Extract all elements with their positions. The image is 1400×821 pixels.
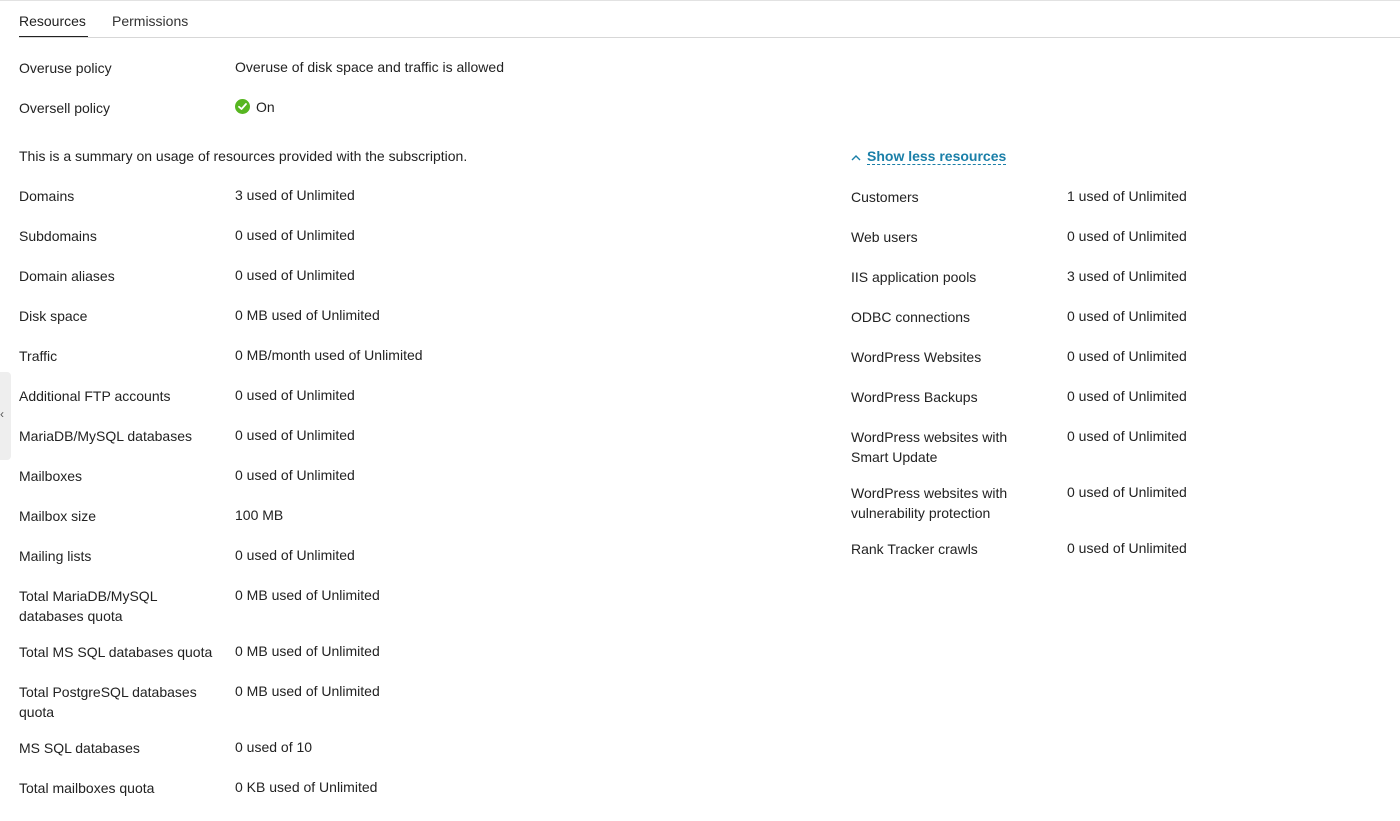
resource-label: WordPress Backups bbox=[851, 389, 978, 405]
resource-label: IIS application pools bbox=[851, 269, 977, 285]
resource-label: Traffic bbox=[19, 348, 58, 364]
resource-label: MariaDB/MySQL databases bbox=[19, 428, 192, 444]
resource-label: Customers bbox=[851, 189, 919, 205]
resource-value: 100 MB bbox=[235, 507, 284, 523]
resource-value: 0 used of Unlimited bbox=[235, 387, 355, 403]
resource-label: MS SQL databases bbox=[19, 740, 140, 756]
resource-label: Domain aliases bbox=[19, 268, 115, 284]
resource-label-line2: vulnerability protection bbox=[851, 505, 991, 521]
chevron-left-icon: ‹ bbox=[0, 407, 4, 421]
resource-value: 0 MB used of Unlimited bbox=[235, 643, 380, 659]
resource-label: Disk space bbox=[19, 308, 88, 324]
sidebar-collapse-handle[interactable]: ‹ bbox=[0, 372, 11, 460]
resource-value: 0 used of Unlimited bbox=[1067, 348, 1187, 364]
resource-label: Mailboxes bbox=[19, 468, 83, 484]
resource-value: 0 MB/month used of Unlimited bbox=[235, 347, 423, 363]
tab-permissions[interactable]: Permissions bbox=[112, 13, 188, 29]
resource-value: 0 used of Unlimited bbox=[1067, 484, 1187, 500]
resource-value: 0 used of Unlimited bbox=[235, 547, 355, 563]
tab-bar-divider bbox=[19, 37, 1400, 38]
resource-label: Total MS SQL databases quota bbox=[19, 644, 213, 660]
oversell-policy-label: Oversell policy bbox=[19, 100, 111, 116]
resource-value: 0 MB used of Unlimited bbox=[235, 307, 380, 323]
resource-value: 0 MB used of Unlimited bbox=[235, 587, 380, 603]
oversell-status-text: On bbox=[256, 99, 275, 115]
resource-label-line1: Total PostgreSQL databases bbox=[19, 684, 197, 700]
resource-value: 0 MB used of Unlimited bbox=[235, 683, 380, 699]
resource-value: 0 used of Unlimited bbox=[235, 227, 355, 243]
check-circle-icon bbox=[235, 99, 250, 114]
resource-value: 0 used of Unlimited bbox=[235, 467, 355, 483]
tab-resources[interactable]: Resources bbox=[19, 13, 86, 29]
resource-value: 0 KB used of Unlimited bbox=[235, 779, 378, 795]
resource-value: 0 used of Unlimited bbox=[1067, 388, 1187, 404]
overuse-policy-value: Overuse of disk space and traffic is all… bbox=[235, 59, 504, 75]
chevron-up-icon bbox=[851, 148, 861, 168]
resource-label: Total mailboxes quota bbox=[19, 780, 155, 796]
resource-label-line1: WordPress websites with bbox=[851, 485, 1008, 501]
resource-value: 0 used of Unlimited bbox=[1067, 540, 1187, 556]
resource-value: 1 used of Unlimited bbox=[1067, 188, 1187, 204]
resource-label: Web users bbox=[851, 229, 918, 245]
resource-label: Additional FTP accounts bbox=[19, 388, 171, 404]
resource-value: 0 used of Unlimited bbox=[1067, 308, 1187, 324]
resource-label-line1: Total MariaDB/MySQL bbox=[19, 588, 158, 604]
resource-label: ODBC connections bbox=[851, 309, 971, 325]
resource-value: 0 used of Unlimited bbox=[1067, 228, 1187, 244]
resource-value: 3 used of Unlimited bbox=[1067, 268, 1187, 284]
resource-value: 0 used of Unlimited bbox=[235, 267, 355, 283]
resource-label-line2: quota bbox=[19, 704, 55, 720]
tab-bar: Resources Permissions bbox=[0, 1, 1400, 38]
resource-value: 3 used of Unlimited bbox=[235, 187, 355, 203]
resource-label: Subdomains bbox=[19, 228, 97, 244]
show-less-resources-label: Show less resources bbox=[867, 148, 1007, 165]
resource-label: Mailing lists bbox=[19, 548, 92, 564]
resource-label-line1: WordPress websites with bbox=[851, 429, 1008, 445]
resource-label: Rank Tracker crawls bbox=[851, 541, 978, 557]
resource-value: 0 used of Unlimited bbox=[1067, 428, 1187, 444]
resource-label-line2: Smart Update bbox=[851, 449, 938, 465]
resource-label: Domains bbox=[19, 188, 75, 204]
oversell-policy-value: On bbox=[235, 97, 275, 117]
overuse-policy-label: Overuse policy bbox=[19, 60, 112, 76]
resources-summary-text: This is a summary on usage of resources … bbox=[19, 148, 468, 164]
resource-label: Mailbox size bbox=[19, 508, 97, 524]
resource-value: 0 used of Unlimited bbox=[235, 427, 355, 443]
resource-label: WordPress Websites bbox=[851, 349, 982, 365]
resource-value: 0 used of 10 bbox=[235, 739, 313, 755]
show-less-resources-link[interactable]: Show less resources bbox=[851, 146, 1007, 168]
resource-label-line2: databases quota bbox=[19, 608, 123, 624]
